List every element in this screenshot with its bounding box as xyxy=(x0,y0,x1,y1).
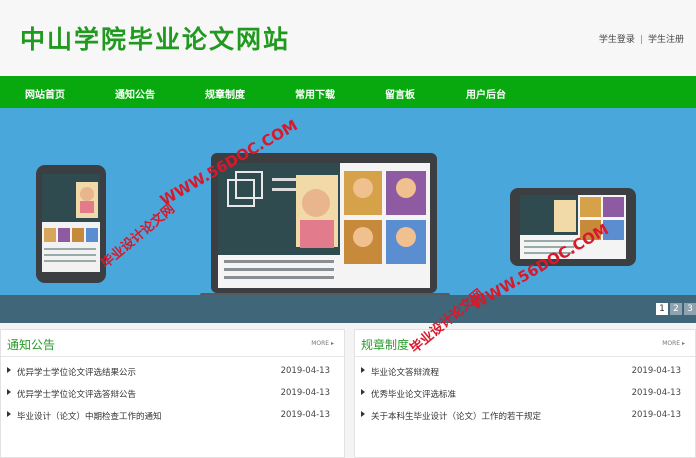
list-item-title[interactable]: 毕业设计（论文）中期检查工作的通知 xyxy=(17,410,162,422)
triangle-bullet-icon xyxy=(7,411,11,417)
student-register-link[interactable]: 学生注册 xyxy=(648,35,684,45)
rules-panel: 规章制度 MORE ▸ 毕业论文答辩流程 2019-04-13 优秀毕业论文评选标… xyxy=(354,329,696,458)
phone-illustration xyxy=(36,165,106,283)
nav-item-rules[interactable]: 规章制度 xyxy=(205,86,245,101)
student-login-link[interactable]: 学生登录 xyxy=(599,35,635,45)
notices-panel-header: 通知公告 MORE ▸ xyxy=(1,330,344,357)
notices-panel: 通知公告 MORE ▸ 优异学士学位论文评选结果公示 2019-04-13 优异学… xyxy=(0,329,345,458)
banner-pager: 1 2 3 xyxy=(656,303,696,315)
laptop-illustration xyxy=(200,153,450,299)
list-item[interactable]: 毕业设计（论文）中期检查工作的通知 2019-04-13 xyxy=(1,404,344,426)
rules-more-link[interactable]: MORE ▸ xyxy=(662,340,685,347)
list-item[interactable]: 优异学士学位论文评选结果公示 2019-04-13 xyxy=(1,360,344,382)
nav-item-home[interactable]: 网站首页 xyxy=(25,86,65,101)
notices-list: 优异学士学位论文评选结果公示 2019-04-13 优异学士学位论文评选答辩公告 2… xyxy=(1,360,344,426)
user-links: 学生登录 | 学生注册 xyxy=(599,32,684,45)
triangle-bullet-icon xyxy=(7,389,11,395)
site-header: 中山学院毕业论文网站 学生登录 | 学生注册 xyxy=(0,0,696,76)
list-item-title[interactable]: 优秀毕业论文评选标准 xyxy=(371,388,456,400)
list-item-title[interactable]: 优异学士学位论文评选答辩公告 xyxy=(17,388,136,400)
triangle-bullet-icon xyxy=(361,367,365,373)
banner-page-2[interactable]: 2 xyxy=(670,303,682,315)
banner-page-3[interactable]: 3 xyxy=(684,303,696,315)
banner-illustration xyxy=(36,153,636,299)
list-item-date: 2019-04-13 xyxy=(631,410,681,420)
banner-carousel[interactable]: 1 2 3 xyxy=(0,108,696,323)
notices-panel-title: 通知公告 xyxy=(7,338,56,352)
triangle-bullet-icon xyxy=(361,389,365,395)
list-item[interactable]: 优异学士学位论文评选答辩公告 2019-04-13 xyxy=(1,382,344,404)
list-item[interactable]: 关于本科生毕业设计（论文）工作的若干规定 2019-04-13 xyxy=(355,404,695,426)
list-item[interactable]: 毕业论文答辩流程 2019-04-13 xyxy=(355,360,695,382)
list-item-date: 2019-04-13 xyxy=(631,366,681,376)
banner-bottom-strip xyxy=(0,295,696,323)
nav-item-downloads[interactable]: 常用下载 xyxy=(295,86,335,101)
list-item-title[interactable]: 关于本科生毕业设计（论文）工作的若干规定 xyxy=(371,410,541,422)
list-item-date: 2019-04-13 xyxy=(280,410,330,420)
list-item[interactable]: 优秀毕业论文评选标准 2019-04-13 xyxy=(355,382,695,404)
user-links-separator: | xyxy=(639,35,643,45)
list-item-date: 2019-04-13 xyxy=(280,366,330,376)
list-item-date: 2019-04-13 xyxy=(280,388,330,398)
main-nav: 网站首页 通知公告 规章制度 常用下载 留言板 用户后台 xyxy=(0,76,696,108)
banner-page-1[interactable]: 1 xyxy=(656,303,668,315)
notices-more-link[interactable]: MORE ▸ xyxy=(311,340,334,347)
site-title: 中山学院毕业论文网站 xyxy=(20,25,291,54)
nav-item-user-center[interactable]: 用户后台 xyxy=(466,86,506,101)
rules-list: 毕业论文答辩流程 2019-04-13 优秀毕业论文评选标准 2019-04-13 … xyxy=(355,360,695,426)
list-item-title[interactable]: 毕业论文答辩流程 xyxy=(371,366,439,378)
nav-item-guestbook[interactable]: 留言板 xyxy=(385,86,415,101)
triangle-bullet-icon xyxy=(361,411,365,417)
nav-item-notices[interactable]: 通知公告 xyxy=(115,86,155,101)
list-item-date: 2019-04-13 xyxy=(631,388,681,398)
list-item-title[interactable]: 优异学士学位论文评选结果公示 xyxy=(17,366,136,378)
triangle-bullet-icon xyxy=(7,367,11,373)
rules-panel-title: 规章制度 xyxy=(361,338,410,352)
